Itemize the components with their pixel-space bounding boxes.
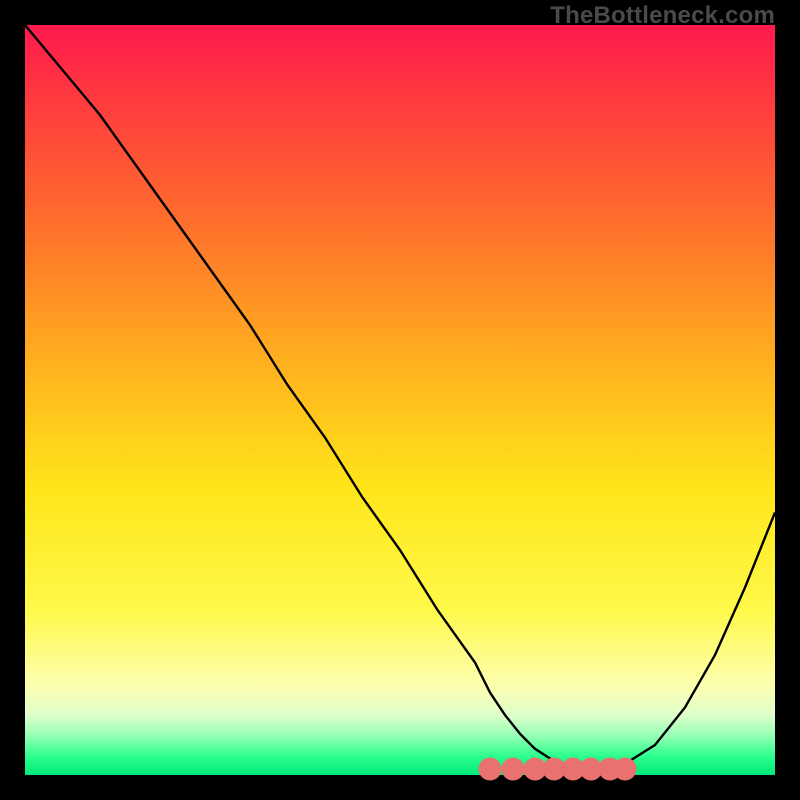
optimal-marker-dot xyxy=(501,758,524,781)
optimal-marker-dot xyxy=(479,758,502,781)
chart-frame xyxy=(25,25,775,775)
optimal-markers xyxy=(25,25,775,775)
plot-area xyxy=(25,25,775,775)
brand-watermark: TheBottleneck.com xyxy=(550,2,775,30)
optimal-marker-dot xyxy=(614,758,637,781)
